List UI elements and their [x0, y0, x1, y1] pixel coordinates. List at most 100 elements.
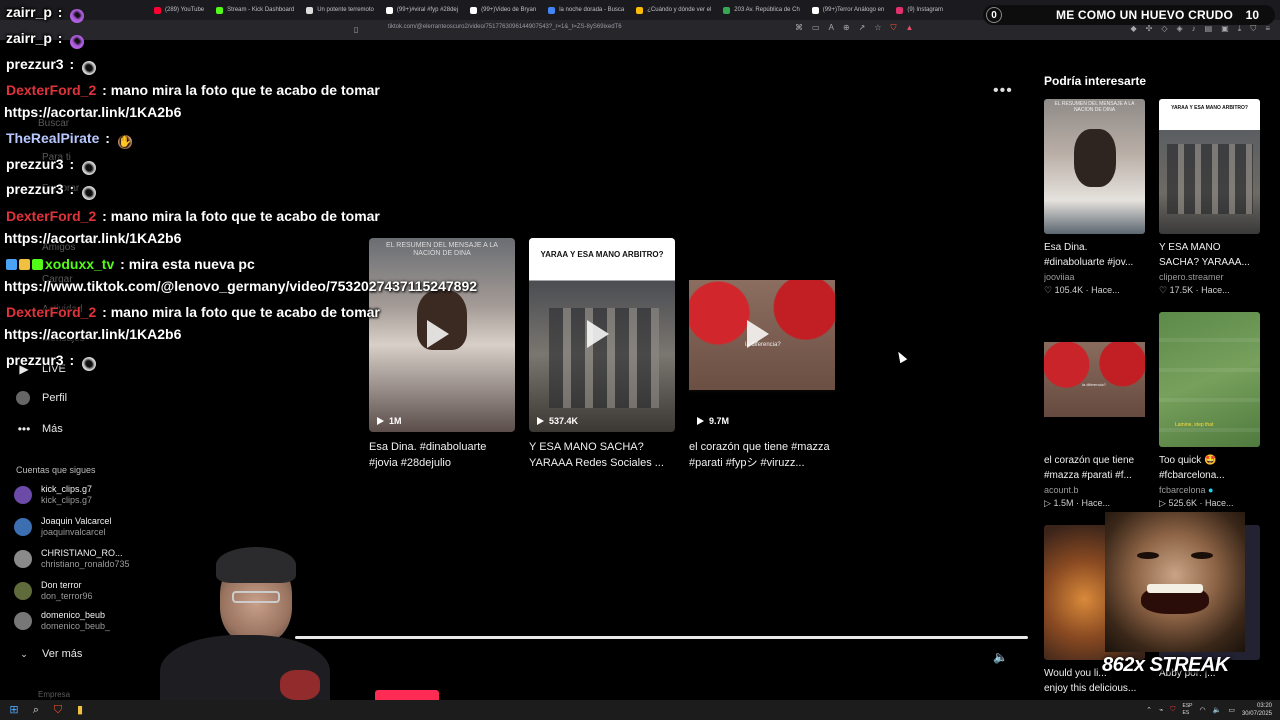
- extension-icon-3[interactable]: ◈: [1177, 24, 1183, 34]
- security-icon[interactable]: ⛉: [1170, 706, 1175, 714]
- suggested-caption[interactable]: Too quick 🤩: [1159, 453, 1260, 468]
- chat-username[interactable]: zairr_p: [6, 30, 52, 46]
- star-icon[interactable]: ☆: [874, 23, 881, 33]
- suggested-caption-line2[interactable]: #mazza #parati #f...: [1044, 468, 1145, 483]
- suggested-author[interactable]: fcbarcelona ●: [1159, 485, 1260, 495]
- video-card[interactable]: la diferencia? 9.7M el corazón que tiene…: [689, 238, 835, 471]
- account-names: Don terror don_terror96: [41, 580, 93, 602]
- chat-username[interactable]: prezzur3: [6, 181, 64, 197]
- network-icon[interactable]: ⌁: [1159, 706, 1163, 714]
- browser-tab[interactable]: (9) Instagram: [890, 0, 949, 20]
- video-caption[interactable]: Y ESA MANO SACHA? YARAAA Redes Sociales …: [529, 439, 675, 471]
- suggested-author[interactable]: jooviiaa: [1044, 272, 1145, 282]
- view-count-label: 9.7M: [709, 416, 730, 426]
- puzzle-icon[interactable]: ✣: [1146, 24, 1153, 34]
- footer-company-link[interactable]: Empresa: [38, 690, 70, 699]
- chat-username[interactable]: DexterFord_2: [6, 304, 96, 320]
- screen-icon[interactable]: ▭: [812, 23, 820, 33]
- chat-username[interactable]: prezzur3: [6, 56, 64, 72]
- see-more-button[interactable]: ⌄ Ver más: [16, 648, 82, 660]
- chat-username[interactable]: prezzur3: [6, 156, 64, 172]
- search-icon[interactable]: ⌕: [28, 702, 44, 718]
- suggested-video[interactable]: EL RESUMEN DEL MENSAJE A LA NACION DE DI…: [1044, 99, 1145, 296]
- chat-username[interactable]: DexterFord_2: [6, 82, 96, 98]
- wifi-icon[interactable]: ◠: [1200, 706, 1206, 714]
- suggested-caption[interactable]: Esa Dina. #dinaboluarte #jov...: [1044, 240, 1145, 270]
- following-account[interactable]: Joaquin Valcarcel joaquinvalcarcel: [14, 516, 111, 538]
- video-caption[interactable]: Esa Dina. #dinaboluarte #jovia #28dejuli…: [369, 439, 515, 471]
- chat-link[interactable]: https://acortar.link/1KA2b6: [4, 104, 181, 120]
- browser-tab[interactable]: 203 Av. República de Ch: [717, 0, 806, 20]
- suggested-author[interactable]: acount.b: [1044, 485, 1145, 495]
- app-taskbar-icon[interactable]: ▮: [72, 702, 88, 718]
- music-icon[interactable]: ♪: [1192, 24, 1196, 34]
- suggested-video[interactable]: YARAA Y ESA MANO ARBITRO? Y ESA MANO SAC…: [1159, 99, 1260, 296]
- sidebar-item-more[interactable]: ••• Más: [16, 422, 63, 436]
- chat-username[interactable]: prezzur3: [6, 352, 64, 368]
- zoom-icon[interactable]: ⊕: [843, 23, 850, 33]
- chat-username[interactable]: TheRealPirate: [6, 130, 99, 146]
- thumbnail-overlay-text: la diferencia?: [1082, 382, 1106, 387]
- battery-icon[interactable]: ▭: [1228, 706, 1235, 714]
- language-indicator[interactable]: ESP ES: [1183, 703, 1193, 717]
- suggested-thumbnail[interactable]: YARAA Y ESA MANO ARBITRO?: [1159, 99, 1260, 234]
- clock[interactable]: 03:20 30/07/2025: [1242, 702, 1272, 718]
- suggested-caption[interactable]: el corazón que tiene: [1044, 453, 1145, 468]
- suggestions-title: Podría interesarte: [1044, 74, 1147, 88]
- following-account[interactable]: domenico_beub domenico_beub_: [14, 610, 110, 632]
- sidebar-item-profile[interactable]: Perfil: [16, 391, 67, 405]
- chevron-down-icon: ⌄: [20, 648, 28, 659]
- account-handle: don_terror96: [41, 591, 93, 601]
- suggested-caption-line2[interactable]: enjoy this delicious...: [1044, 681, 1145, 696]
- chat-link[interactable]: https://www.tiktok.com/@lenovo_germany/v…: [4, 278, 477, 294]
- download-icon[interactable]: ⤓: [1238, 24, 1242, 34]
- account-display-name: Joaquin Valcarcel: [41, 516, 112, 526]
- suggested-video[interactable]: la diferencia? el corazón que tiene #maz…: [1044, 312, 1145, 509]
- volume-icon[interactable]: 🔈: [993, 650, 1008, 664]
- following-account[interactable]: Don terror don_terror96: [14, 580, 93, 602]
- tab-label: 203 Av. República de Ch: [734, 7, 800, 13]
- following-account[interactable]: CHRISTIANO_RO... christiano_ronaldo735: [14, 548, 130, 570]
- suggested-thumbnail[interactable]: EL RESUMEN DEL MENSAJE A LA NACION DE DI…: [1044, 99, 1145, 234]
- suggested-thumbnail[interactable]: Lamine, step that: [1159, 312, 1260, 447]
- chat-username[interactable]: DexterFord_2: [6, 208, 96, 224]
- browser-tab[interactable]: ¿Cuándo y dónde ver el: [630, 0, 717, 20]
- suggested-author[interactable]: clipero.streamer: [1159, 272, 1260, 282]
- tab-icon[interactable]: ▣: [1221, 24, 1229, 34]
- more-options-icon[interactable]: •••: [993, 82, 1013, 100]
- menu-icon[interactable]: ≡: [1265, 24, 1270, 34]
- suggested-thumbnail[interactable]: la diferencia?: [1044, 312, 1145, 447]
- chat-link[interactable]: https://acortar.link/1KA2b6: [4, 230, 181, 246]
- rewards-icon[interactable]: ▲: [905, 23, 913, 33]
- video-thumbnail[interactable]: la diferencia? 9.7M: [689, 238, 835, 432]
- upload-button[interactable]: [375, 690, 439, 700]
- goal-banner-text: ME COMO UN HUEVO CRUDO: [1056, 8, 1234, 22]
- shield-icon[interactable]: ⛉: [1250, 24, 1256, 34]
- chat-username[interactable]: zairr_p: [6, 4, 52, 20]
- brave-shield-icon[interactable]: ⛉: [890, 23, 896, 33]
- share-icon[interactable]: ↗: [859, 23, 866, 33]
- windows-start-icon[interactable]: ⊞: [6, 702, 22, 718]
- sidebar-toggle-icon[interactable]: ▤: [1205, 24, 1213, 34]
- chat-username[interactable]: xoduxx_tv: [45, 256, 114, 272]
- suggested-caption[interactable]: Y ESA MANO SACHA? YARAAA...: [1159, 240, 1260, 270]
- video-progress-bar[interactable]: [295, 636, 1028, 639]
- thumbnail-figure: [1074, 129, 1116, 187]
- extension-icon[interactable]: ◆: [1130, 24, 1136, 34]
- translate-a-icon[interactable]: A: [829, 23, 834, 33]
- post-time: Hace...: [1201, 285, 1230, 295]
- translate-icon[interactable]: ⌘: [795, 23, 803, 33]
- suggested-video[interactable]: Lamine, step that Too quick 🤩 #fcbarcelo…: [1159, 312, 1260, 509]
- suggested-caption-line2[interactable]: #fcbarcelona...: [1159, 468, 1260, 483]
- video-caption[interactable]: el corazón que tiene #mazza #parati #fyp…: [689, 439, 835, 471]
- volume-tray-icon[interactable]: 🔈: [1213, 706, 1222, 714]
- chat-badge-icon: [6, 259, 17, 270]
- chevron-up-icon[interactable]: ⌃: [1146, 706, 1152, 714]
- browser-tab[interactable]: (99+)Terror Análogo en: [806, 0, 891, 20]
- chat-message: zairr_p : ✦: [6, 4, 85, 23]
- browser-taskbar-icon[interactable]: ⛉: [50, 702, 66, 718]
- extension-icon-2[interactable]: ◇: [1161, 24, 1167, 34]
- chat-link[interactable]: https://acortar.link/1KA2b6: [4, 326, 181, 342]
- view-count-label: 1M: [389, 416, 402, 426]
- following-account[interactable]: kick_clips.g7 kick_clips.g7: [14, 484, 92, 506]
